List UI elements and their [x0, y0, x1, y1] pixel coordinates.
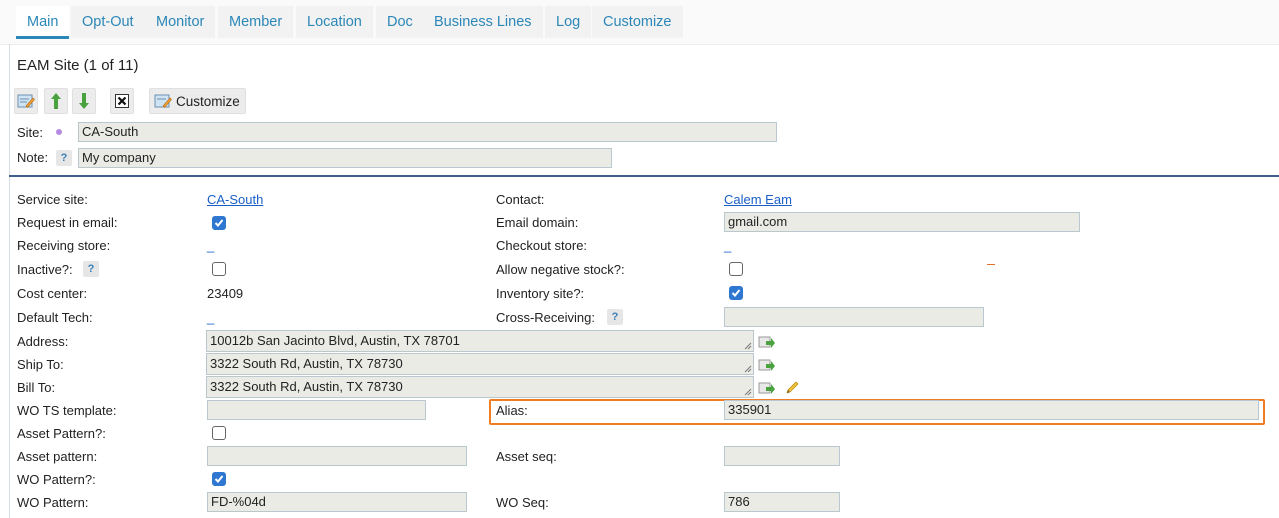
checkout-store-link[interactable]: _	[724, 238, 731, 254]
edit-button[interactable]	[14, 88, 38, 114]
address-label: Address:	[17, 334, 69, 349]
contact-link[interactable]: Calem Eam	[724, 192, 792, 208]
bill-to-field[interactable]: 3322 South Rd, Austin, TX 78730	[206, 376, 754, 398]
address-field[interactable]: 10012b San Jacinto Blvd, Austin, TX 7870…	[206, 330, 754, 352]
help-icon[interactable]: ?	[83, 261, 99, 277]
checkmark-icon	[214, 475, 224, 483]
tab-business-lines[interactable]: Business Lines	[423, 6, 543, 38]
customize-label: Customize	[176, 93, 240, 109]
email-domain-label: Email domain:	[496, 215, 579, 230]
tab-log[interactable]: Log	[545, 6, 592, 38]
delete-button[interactable]	[110, 88, 134, 114]
indicator-mark	[987, 264, 995, 265]
checkmark-icon	[731, 289, 741, 297]
go-arrow-icon[interactable]	[758, 359, 776, 373]
move-down-icon	[79, 93, 89, 109]
move-up-icon	[51, 93, 61, 109]
inventory-site-label: Inventory site?:	[496, 286, 585, 301]
receiving-store-label: Receiving store:	[17, 238, 111, 253]
inventory-site-checkbox[interactable]	[729, 286, 743, 300]
ship-to-field[interactable]: 3322 South Rd, Austin, TX 78730	[206, 353, 754, 375]
wo-pattern-flag-label: WO Pattern?:	[17, 472, 96, 487]
ship-to-label: Ship To:	[17, 357, 64, 372]
customize-icon	[154, 94, 172, 108]
receiving-store-link[interactable]: _	[207, 238, 214, 254]
ship-to-value: 3322 South Rd, Austin, TX 78730	[210, 356, 403, 371]
tab-doc[interactable]: Doc	[376, 6, 424, 38]
cross-receiving-label: Cross-Receiving:	[496, 310, 595, 325]
alias-field[interactable]: 335901	[724, 400, 1259, 420]
close-icon	[115, 94, 129, 108]
wo-pattern-checkbox[interactable]	[212, 472, 226, 486]
checkout-store-label: Checkout store:	[496, 238, 588, 253]
tab-bar: Main Opt-Out Monitor Member Location Doc…	[0, 0, 1279, 45]
bill-to-label: Bill To:	[17, 380, 56, 395]
help-icon[interactable]: ?	[607, 309, 623, 325]
wo-pattern-field[interactable]: FD-%04d	[207, 492, 467, 512]
asset-seq-label: Asset seq:	[496, 449, 557, 464]
asset-pattern-label: Asset pattern:	[17, 449, 98, 464]
tab-opt-out[interactable]: Opt-Out	[71, 6, 145, 38]
resize-grip-icon[interactable]	[744, 342, 752, 350]
wo-pattern-label: WO Pattern:	[17, 495, 89, 510]
tab-customize[interactable]: Customize	[592, 6, 683, 38]
page-title: EAM Site (1 of 11)	[17, 57, 139, 74]
service-site-link[interactable]: CA-South	[207, 192, 263, 208]
move-up-button[interactable]	[44, 88, 68, 114]
asset-pattern-field[interactable]	[207, 446, 467, 466]
tab-main[interactable]: Main	[16, 6, 70, 39]
asset-pattern-flag-label: Asset Pattern?:	[17, 426, 106, 441]
address-value: 10012b San Jacinto Blvd, Austin, TX 7870…	[210, 333, 460, 348]
inactive-checkbox[interactable]	[212, 262, 226, 276]
alias-label: Alias:	[496, 403, 528, 418]
required-dot-icon	[56, 129, 62, 135]
site-label: Site:	[17, 125, 44, 140]
customize-button[interactable]: Customize	[149, 88, 246, 114]
resize-grip-icon[interactable]	[744, 365, 752, 373]
section-separator	[9, 175, 1279, 177]
note-field[interactable]: My company	[78, 148, 612, 168]
inactive-label: Inactive?:	[17, 262, 73, 277]
edit-icon	[17, 94, 35, 108]
tab-member[interactable]: Member	[218, 6, 294, 38]
tab-location[interactable]: Location	[296, 6, 373, 38]
left-border	[9, 44, 10, 518]
help-icon[interactable]: ?	[56, 150, 72, 166]
service-site-label: Service site:	[17, 192, 88, 207]
cross-receiving-field[interactable]	[724, 307, 984, 327]
wo-seq-field[interactable]: 786	[724, 492, 840, 512]
pencil-icon[interactable]	[784, 380, 800, 396]
bill-to-value: 3322 South Rd, Austin, TX 78730	[210, 379, 403, 394]
default-tech-label: Default Tech:	[17, 310, 93, 325]
allow-negative-stock-label: Allow negative stock?:	[496, 262, 625, 277]
contact-label: Contact:	[496, 192, 545, 207]
checkmark-icon	[214, 219, 224, 227]
go-arrow-icon[interactable]	[758, 382, 776, 396]
go-arrow-icon[interactable]	[758, 336, 776, 350]
email-domain-field[interactable]: gmail.com	[724, 212, 1080, 232]
wo-ts-template-label: WO TS template:	[17, 403, 117, 418]
move-down-button[interactable]	[72, 88, 96, 114]
asset-pattern-checkbox[interactable]	[212, 426, 226, 440]
asset-seq-field[interactable]	[724, 446, 840, 466]
wo-seq-label: WO Seq:	[496, 495, 549, 510]
wo-ts-template-field[interactable]	[207, 400, 426, 420]
site-field[interactable]: CA-South	[78, 122, 777, 142]
allow-negative-stock-checkbox[interactable]	[729, 262, 743, 276]
tab-monitor[interactable]: Monitor	[145, 6, 216, 38]
request-in-email-checkbox[interactable]	[212, 216, 226, 230]
resize-grip-icon[interactable]	[744, 388, 752, 396]
note-label: Note:	[17, 150, 49, 165]
cost-center-label: Cost center:	[17, 286, 88, 301]
cost-center-value: 23409	[207, 286, 244, 301]
default-tech-link[interactable]: _	[207, 310, 214, 326]
request-in-email-label: Request in email:	[17, 215, 118, 230]
